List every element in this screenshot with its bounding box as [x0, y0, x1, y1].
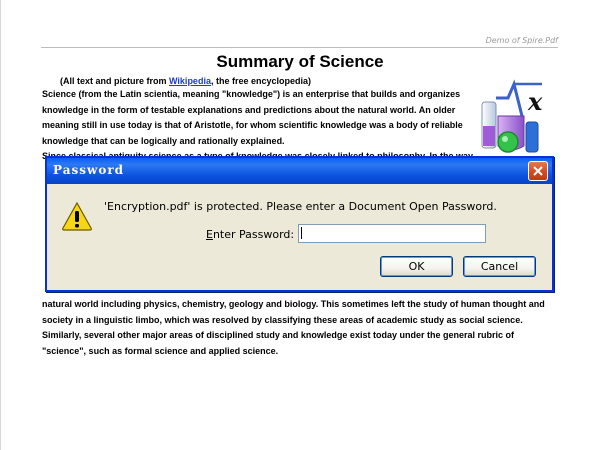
ok-button[interactable]: OK [380, 256, 453, 277]
text-line: society in a linguistic limbo, which was… [42, 314, 523, 325]
paragraph-bottom: natural world including physics, chemist… [42, 297, 558, 359]
close-icon [533, 166, 543, 176]
text-line: knowledge that can be logically and rati… [42, 135, 285, 146]
text-line: knowledge in the form of testable explan… [42, 104, 456, 115]
password-input[interactable] [298, 224, 486, 243]
cancel-button[interactable]: Cancel [463, 256, 536, 277]
dialog-message: 'Encryption.pdf' is protected. Please en… [104, 200, 497, 213]
wikipedia-link[interactable]: Wikipedia [169, 76, 211, 86]
watermark: Demo of Spire.Pdf [485, 36, 558, 45]
document-title: Summary of Science [216, 52, 384, 71]
attribution-suffix: , the free encyclopedia) [210, 76, 311, 86]
paragraph-top: Science (from the Latin scientia, meanin… [42, 87, 473, 165]
text-line: "science", such as formal science and ap… [42, 345, 279, 356]
text-line: Science (from the Latin scientia, meanin… [42, 89, 461, 99]
svg-text:x: x [527, 87, 543, 116]
warning-icon [62, 201, 92, 231]
attribution-prefix: (All text and picture from [60, 76, 170, 86]
password-dialog: Password 'Encryption.pdf' is protected. … [45, 156, 554, 292]
password-label: Enter Password: [206, 228, 294, 241]
close-button[interactable] [528, 161, 548, 181]
science-picture: x [481, 79, 543, 153]
password-label-text: nter Password: [212, 228, 295, 241]
header-rule [41, 47, 558, 48]
text-line: Similarly, several other major areas of … [42, 330, 514, 340]
attribution: (All text and picture from Wikipedia, th… [60, 76, 311, 86]
text-line: natural world including physics, chemist… [42, 299, 545, 309]
text-line: meaning still in use today is that of Ar… [42, 120, 463, 130]
text-caret [301, 227, 302, 239]
password-label-mnemonic: E [206, 228, 213, 241]
dialog-titlebar[interactable]: Password [47, 158, 552, 184]
dialog-title: Password [53, 163, 125, 177]
